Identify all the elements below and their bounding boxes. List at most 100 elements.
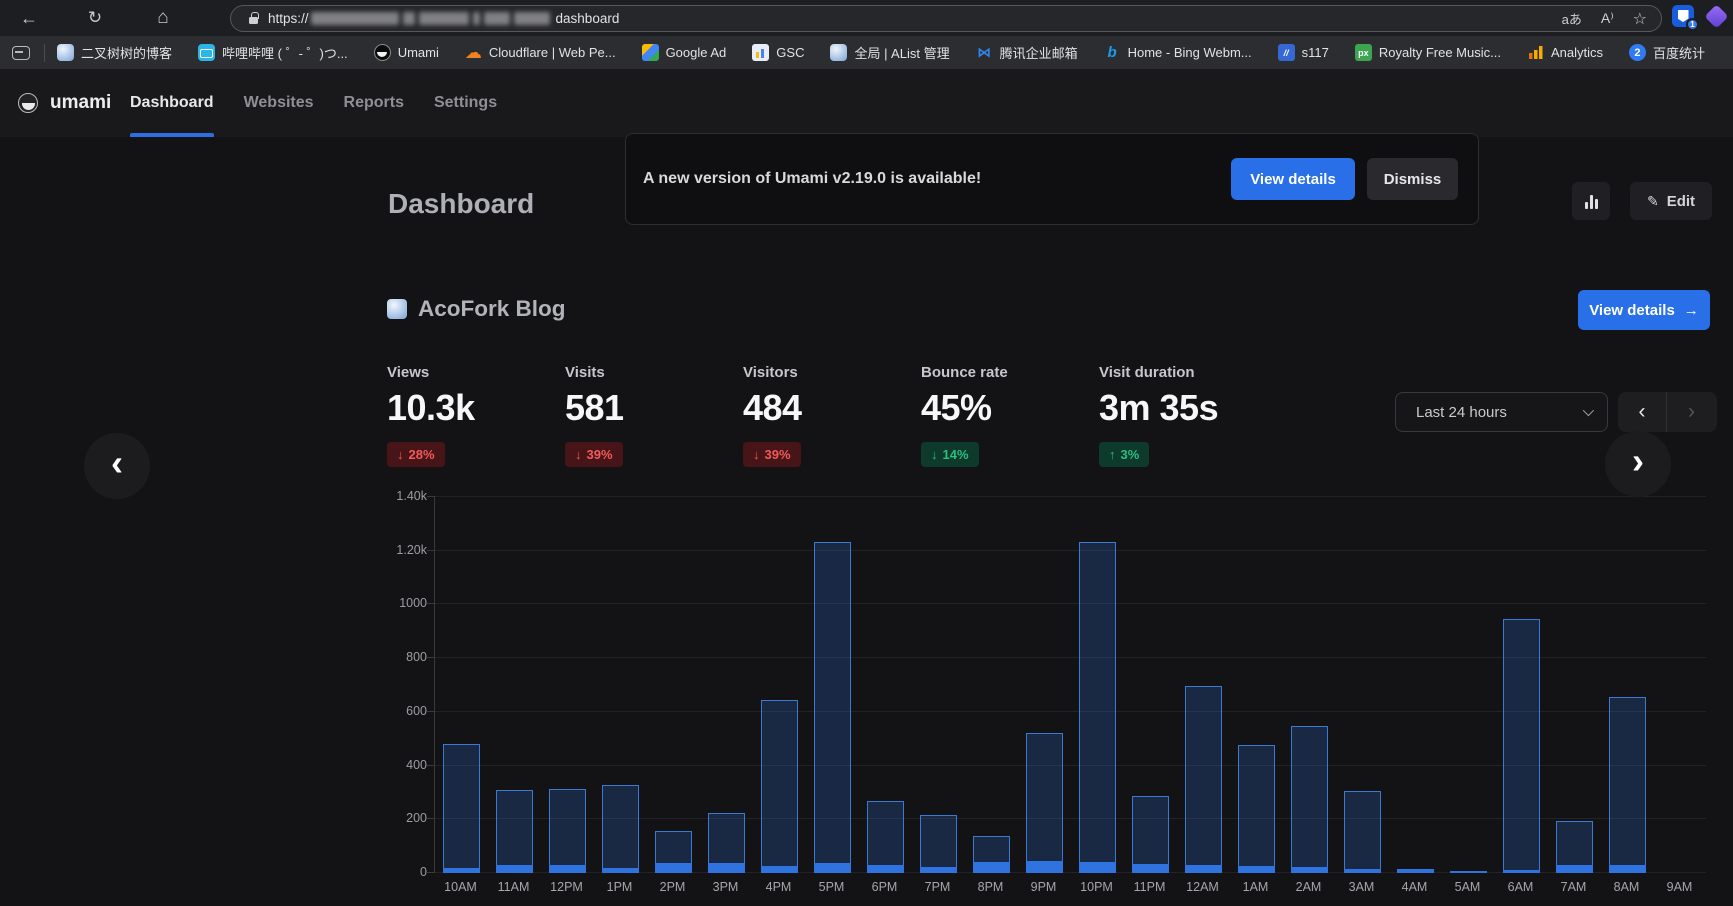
extension-badge: 1 <box>1686 18 1699 31</box>
chart-bar <box>920 815 957 873</box>
edit-button[interactable]: Edit <box>1630 182 1712 220</box>
metric-change-value: 39% <box>587 447 613 462</box>
nav-item-dashboard[interactable]: Dashboard <box>130 69 214 137</box>
bookmark-label: 全局 | AList 管理 <box>854 43 949 62</box>
chart-bar <box>708 813 745 873</box>
chart-bar <box>814 542 851 873</box>
bookmark-item[interactable]: Cloudflare | Web Pe... <box>465 44 616 61</box>
address-bar[interactable]: https:// dashboard aあ A⁾ <box>230 5 1662 32</box>
bookmark-item[interactable]: Umami <box>374 44 439 61</box>
edit-label: Edit <box>1667 193 1695 210</box>
chart-view-button[interactable] <box>1572 182 1610 220</box>
chart-y-axis: 020040060080010001.20k1.40k <box>352 497 427 873</box>
bookmark-label: Home - Bing Webm... <box>1128 45 1252 60</box>
chart-bar <box>1609 697 1646 873</box>
nav-item-reports[interactable]: Reports <box>344 69 404 137</box>
bookmark-item[interactable]: GSC <box>752 44 804 61</box>
range-next-button[interactable]: › <box>1667 392 1716 432</box>
metric-change-value: 3% <box>1121 447 1140 462</box>
chart-slot <box>1654 497 1707 873</box>
bookmark-item[interactable]: 哔哩哔哩 ( ゜- ゜)つ... <box>198 43 348 62</box>
bing-icon <box>1104 44 1121 61</box>
chart-slot <box>1495 497 1548 873</box>
metric-label: Views <box>387 364 565 381</box>
lock-icon <box>249 17 258 24</box>
app-navbar: umami Dashboard Websites Reports Settings <box>0 69 1733 137</box>
bookmark-item[interactable]: Royalty Free Music... <box>1355 44 1501 61</box>
website-link[interactable]: AcoFork Blog <box>387 296 566 322</box>
url-path: dashboard <box>556 11 620 26</box>
home-icon[interactable] <box>146 4 180 32</box>
chart-slot <box>1336 497 1389 873</box>
read-aloud-icon[interactable]: A⁾ <box>1601 10 1614 27</box>
range-prev-button[interactable]: ‹ <box>1618 392 1667 432</box>
translate-icon[interactable]: aあ <box>1562 9 1582 28</box>
nav-list: Dashboard Websites Reports Settings <box>130 69 497 137</box>
chart-slot <box>753 497 806 873</box>
bar-chart-icon <box>1585 202 1588 209</box>
s117-icon <box>1278 44 1295 61</box>
sidebar-toggle-icon[interactable] <box>12 46 30 60</box>
bookmark-item[interactable]: 腾讯企业邮箱 <box>976 43 1078 62</box>
chart-bar <box>1397 869 1434 873</box>
bookmark-item[interactable]: s117 <box>1278 44 1329 61</box>
metrics-row: Views10.3k↓28%Visits581↓39%Visitors484↓3… <box>387 364 1277 467</box>
metric-change-badge: ↓39% <box>743 442 801 467</box>
carousel-right-button[interactable]: › <box>1605 431 1671 497</box>
chart-bar-visitors <box>1344 869 1381 873</box>
chart-bar <box>1079 542 1116 873</box>
chart-slot <box>1548 497 1601 873</box>
chart-bar-visitors <box>1132 864 1169 873</box>
bookmark-label: GSC <box>776 45 804 60</box>
dismiss-button[interactable]: Dismiss <box>1367 158 1458 200</box>
redacted-url-segment <box>311 12 554 25</box>
y-tick <box>427 872 435 873</box>
carousel-left-button[interactable]: ‹ <box>84 433 150 499</box>
brand-link[interactable]: umami <box>18 69 111 137</box>
chart-slot <box>1230 497 1283 873</box>
metric-value: 581 <box>565 387 743 429</box>
chart-bar-visitors <box>1450 871 1487 873</box>
avatar-alist-icon <box>830 44 847 61</box>
back-icon[interactable] <box>12 4 46 32</box>
x-tick-label: 9AM <box>1653 880 1706 894</box>
chart-slot <box>488 497 541 873</box>
nav-item-websites[interactable]: Websites <box>244 69 314 137</box>
chart-bar-visitors <box>496 865 533 873</box>
chart-slot <box>435 497 488 873</box>
bookmark-label: 哔哩哔哩 ( ゜- ゜)つ... <box>222 43 348 62</box>
bookmark-item[interactable]: Home - Bing Webm... <box>1104 44 1252 61</box>
favorite-star-icon[interactable] <box>1633 9 1647 29</box>
chart-bar <box>1344 791 1381 873</box>
metric-bounce-rate: Bounce rate45%↓14% <box>921 364 1099 467</box>
metric-change-value: 39% <box>765 447 791 462</box>
password-manager-extension-icon[interactable]: 1 <box>1672 5 1694 27</box>
y-tick <box>427 496 435 497</box>
y-tick <box>427 818 435 819</box>
nav-item-settings[interactable]: Settings <box>434 69 497 137</box>
chart-slot <box>1124 497 1177 873</box>
x-tick-label: 2AM <box>1282 880 1335 894</box>
chart-bar-visitors <box>1556 865 1593 873</box>
metric-label: Visit duration <box>1099 364 1277 381</box>
arrow-right-icon: → <box>1684 302 1699 319</box>
bookmark-item[interactable]: Google Ad <box>642 44 727 61</box>
view-details-button[interactable]: View details <box>1231 158 1355 200</box>
date-range-select[interactable]: Last 24 hours <box>1395 392 1608 432</box>
bookmark-item[interactable]: 二叉树树的博客 <box>57 43 172 62</box>
chart-bar-visitors <box>549 865 586 873</box>
chart-bar <box>549 789 586 873</box>
chart-slot <box>859 497 912 873</box>
chart-slot <box>1071 497 1124 873</box>
refresh-icon[interactable] <box>78 4 112 32</box>
bookmark-item[interactable]: 全局 | AList 管理 <box>830 43 949 62</box>
bookmark-item[interactable]: 百度统计 <box>1629 43 1705 62</box>
bookmark-item[interactable]: Analytics <box>1527 44 1603 61</box>
bookmark-label: Cloudflare | Web Pe... <box>489 45 616 60</box>
x-tick-label: 6AM <box>1494 880 1547 894</box>
chart-bar-visitors <box>708 863 745 873</box>
website-view-details-button[interactable]: View details → <box>1578 290 1710 330</box>
divider <box>44 44 45 62</box>
purple-extension-icon[interactable] <box>1704 4 1728 28</box>
metric-visits: Visits581↓39% <box>565 364 743 467</box>
